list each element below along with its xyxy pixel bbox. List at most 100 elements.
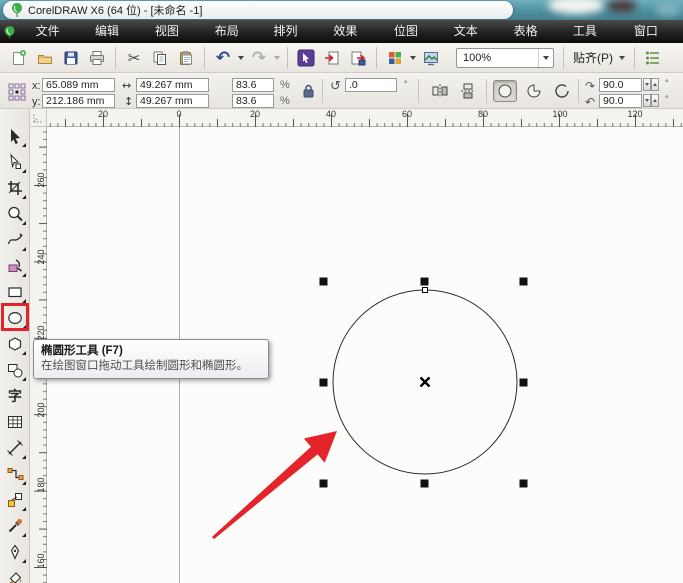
ruler-origin[interactable] [30,109,47,127]
menu-table[interactable]: 表格(T) [500,20,559,61]
new-document-button[interactable] [7,46,31,70]
lock-ratio-icon[interactable] [302,84,315,98]
menu-tools[interactable]: 工具(O) [559,20,620,61]
freehand-tool[interactable] [2,227,28,253]
end-angle-spinner[interactable] [643,94,659,107]
selection-handle[interactable] [420,479,429,488]
coreldraw-balloon-icon [4,25,15,39]
menu-layout[interactable]: 布局(L) [201,20,260,61]
selection-handle[interactable] [420,277,429,286]
menu-file[interactable]: 文件(F) [22,20,81,61]
selection-handle[interactable] [519,277,528,286]
rotation-angle-field[interactable] [345,78,397,92]
object-y-field[interactable] [42,94,115,108]
application-launcher-dropdown[interactable] [408,47,418,69]
start-angle-field[interactable] [599,78,642,92]
menu-bitmaps[interactable]: 位图(B) [380,20,440,61]
ruler-label: 260 [36,172,46,188]
rotation-angle-icon: ↺ [330,79,341,94]
horizontal-ruler[interactable]: 20 0 20 40 60 80 100 120 [47,109,683,127]
aero-blur-decoration [655,2,681,16]
fill-tool[interactable] [2,565,28,583]
start-angle-spinner[interactable] [643,78,659,91]
menubar: 文件(F) 编辑(E) 视图(V) 布局(L) 排列(A) 效果(C) 位图(B… [0,20,683,61]
ruler-label: 0 [176,109,182,119]
smart-fill-tool[interactable] [2,253,28,279]
toolbar-separator [634,46,635,69]
blend-tool[interactable] [2,487,28,513]
percent-sign: % [280,95,290,107]
standard-toolbar: ✂ ↶ ↷ 100% 贴齐(P) [0,43,683,73]
object-height-icon: ↕ [124,95,134,108]
rectangle-tool[interactable] [2,279,28,305]
mirror-vertical-button[interactable] [456,80,480,102]
export-button[interactable] [346,46,370,70]
object-x-field[interactable] [42,78,115,92]
print-button[interactable] [85,46,109,70]
paste-button[interactable] [174,46,198,70]
titlebar[interactable]: CorelDRAW X6 (64 位) - [未命名 -1] [0,0,683,20]
undo-button[interactable]: ↶ [211,46,235,70]
flyout-indicator [22,169,26,173]
outline-pen-tool[interactable] [2,539,28,565]
selection-handle[interactable] [319,479,328,488]
menu-effects[interactable]: 效果(C) [320,20,380,61]
end-angle-field[interactable] [599,94,642,108]
selection-handle[interactable] [319,378,328,387]
scale-h-field[interactable] [232,78,274,92]
flyout-indicator [22,507,26,511]
object-width-field[interactable] [136,78,209,92]
arc-mode-button[interactable] [550,80,574,102]
menu-view[interactable]: 视图(V) [141,20,201,61]
selection-handle[interactable] [519,378,528,387]
table-tool[interactable] [2,409,28,435]
application-launcher-button[interactable] [383,46,407,70]
propbar-separator [322,79,323,103]
redo-button[interactable]: ↷ [247,46,271,70]
flyout-indicator [22,455,26,459]
scale-v-field[interactable] [232,94,274,108]
mirror-horizontal-button[interactable] [428,80,452,102]
ruler-label: 160 [36,553,46,569]
open-button[interactable] [33,46,57,70]
shape-tool[interactable] [2,149,28,175]
text-tool[interactable]: 字 [2,383,28,409]
menu-edit[interactable]: 编辑(E) [81,20,141,61]
selection-handle[interactable] [319,277,328,286]
options-button[interactable] [641,46,665,70]
polygon-tool[interactable] [2,331,28,357]
ellipse-mode-button[interactable] [493,80,517,102]
propbar-separator [578,79,579,103]
ellipse-node[interactable] [422,287,428,293]
object-center-marker[interactable] [419,376,431,388]
ruler-label: 180 [36,477,46,493]
zoom-level-dropdown[interactable] [538,48,553,67]
selection-handle[interactable] [519,479,528,488]
zoom-tool[interactable] [2,201,28,227]
pie-mode-button[interactable] [522,80,546,102]
connector-tool[interactable] [2,461,28,487]
redo-dropdown[interactable] [272,47,282,69]
toolbar-separator [563,46,564,69]
zoom-level-combo[interactable]: 100% [456,47,554,68]
color-eyedropper-tool[interactable] [2,513,28,539]
cut-button[interactable]: ✂ [122,46,146,70]
parallel-dimension-tool[interactable] [2,435,28,461]
flyout-indicator [22,143,26,147]
menu-arrange[interactable]: 排列(A) [260,20,320,61]
copy-button[interactable] [148,46,172,70]
welcome-screen-button[interactable] [419,46,443,70]
import-button[interactable] [320,46,344,70]
save-button[interactable] [59,46,83,70]
crop-tool[interactable] [2,175,28,201]
search-content-button[interactable] [294,46,318,70]
pick-tool[interactable] [2,123,28,149]
toolbar-separator [287,46,288,69]
menu-text[interactable]: 文本(X) [440,20,500,61]
ruler-label: 80 [477,109,489,119]
object-height-field[interactable] [136,94,209,108]
snap-to-button[interactable]: 贴齐(P) [569,47,629,69]
undo-dropdown[interactable] [236,47,246,69]
basic-shapes-tool[interactable] [2,357,28,383]
menu-window[interactable]: 窗口(W) [620,20,683,61]
